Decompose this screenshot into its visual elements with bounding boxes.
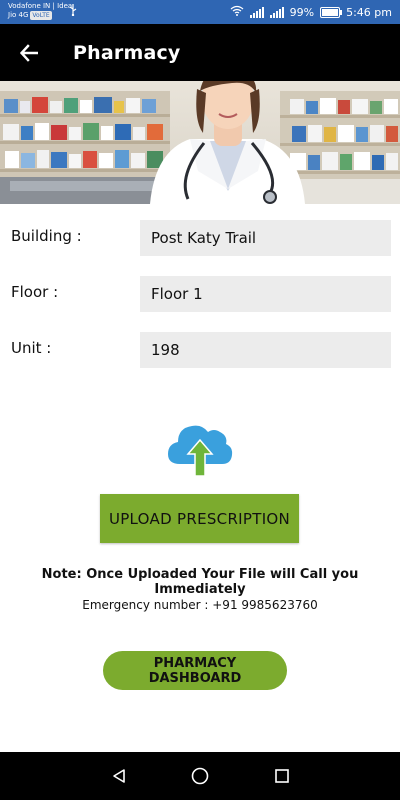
home-circle-icon[interactable] (188, 764, 212, 788)
floor-field[interactable] (140, 276, 391, 312)
battery-icon (320, 6, 343, 18)
wifi-icon (230, 5, 244, 19)
recents-square-icon[interactable] (270, 764, 294, 788)
carrier-line-2: Jio 4G (8, 11, 29, 19)
floor-label: Floor : (11, 283, 59, 301)
upload-prescription-button[interactable]: UPLOAD PRESCRIPTION (100, 494, 299, 543)
emergency-number: Emergency number : +91 9985623760 (82, 598, 318, 612)
pharmacist-banner (0, 81, 400, 204)
cloud-upload-icon[interactable] (166, 420, 234, 480)
unit-field[interactable] (140, 332, 391, 368)
volte-badge: VoLTE (30, 11, 52, 20)
usb-icon (68, 4, 78, 19)
building-label: Building : (11, 227, 82, 245)
back-triangle-icon[interactable] (107, 764, 131, 788)
pharmacy-dashboard-button[interactable]: PHARMACY DASHBOARD (103, 651, 287, 690)
carrier-info: Vodafone IN | Idea Jio 4G VoLTE (8, 2, 72, 20)
carrier-line-1: Vodafone IN | Idea (8, 2, 73, 10)
page-title: Pharmacy (73, 41, 181, 64)
battery-percent: 99% (289, 5, 315, 19)
building-field[interactable] (140, 220, 391, 256)
status-time: 5:46 pm (346, 5, 392, 19)
building-row: Building : (0, 220, 400, 256)
signal-icon (249, 6, 264, 18)
unit-row: Unit : (0, 332, 400, 368)
unit-label: Unit : (11, 339, 52, 357)
signal-icon-2 (269, 6, 284, 18)
system-nav-bar (0, 752, 400, 800)
floor-row: Floor : (0, 276, 400, 312)
status-bar: Vodafone IN | Idea Jio 4G VoLTE 99% 5:46 … (0, 0, 400, 24)
arrow-left-icon[interactable] (9, 33, 49, 73)
upload-note: Note: Once Uploaded Your File will Call … (41, 567, 359, 597)
app-bar: Pharmacy (0, 24, 400, 81)
